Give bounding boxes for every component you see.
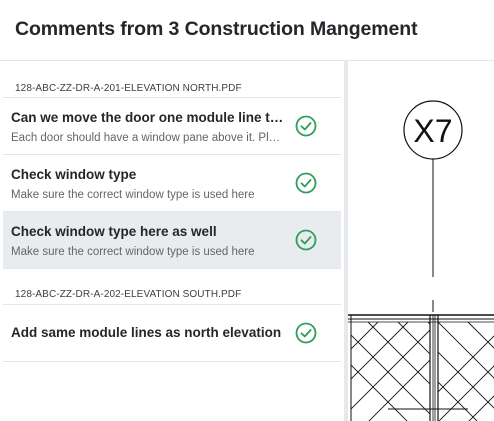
panel-header: Comments from 3 Construction Mangement — [0, 0, 494, 61]
comments-list: 128-ABC-ZZ-DR-A-201-ELEVATION NORTH.PDF … — [0, 61, 344, 421]
comment-description: Make sure the correct window type is use… — [11, 246, 255, 258]
comment-title: Add same module lines as north elevation — [11, 325, 282, 340]
check-circle-icon[interactable] — [295, 172, 317, 194]
comment-item[interactable]: Check window type Make sure the correct … — [3, 155, 341, 212]
comment-title: Can we move the door one module line to … — [11, 110, 286, 125]
comment-description: Make sure the correct window type is use… — [11, 189, 255, 201]
comment-item-selected[interactable]: Check window type here as well Make sure… — [3, 212, 341, 269]
file-group-label: 128-ABC-ZZ-DR-A-201-ELEVATION NORTH.PDF — [15, 83, 242, 94]
check-circle-icon[interactable] — [295, 229, 317, 251]
file-group-label: 128-ABC-ZZ-DR-A-202-ELEVATION SOUTH.PDF — [15, 289, 242, 300]
drawing-viewer[interactable]: X7 — [348, 61, 494, 421]
comment-item[interactable]: Add same module lines as north elevation — [3, 305, 341, 362]
comment-title: Check window type — [11, 167, 137, 182]
comment-item[interactable]: Can we move the door one module line to … — [3, 98, 341, 155]
grid-label: X7 — [413, 113, 452, 149]
comment-title: Check window type here as well — [11, 224, 217, 239]
check-circle-icon[interactable] — [295, 115, 317, 137]
elevation-drawing: X7 — [348, 100, 494, 421]
panel-title: Comments from 3 Construction Mangement — [15, 18, 418, 40]
check-circle-icon[interactable] — [295, 322, 317, 344]
comment-description: Each door should have a window pane abov… — [11, 132, 286, 144]
